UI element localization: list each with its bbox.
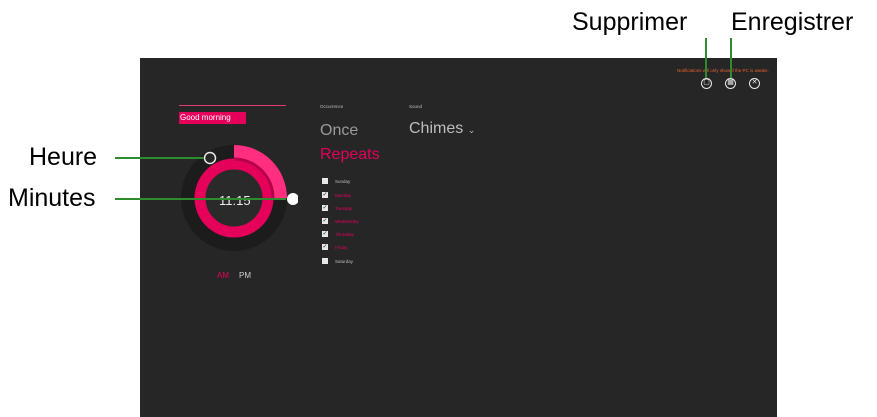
day-label: Monday [335, 193, 352, 198]
day-label: Tuesday [335, 206, 353, 211]
day-label: Thursday [335, 232, 354, 237]
name-underline [179, 105, 286, 106]
checkbox-tuesday[interactable]: ✓ [322, 205, 328, 211]
callout-minutes: Minutes [8, 184, 96, 212]
sound-dropdown[interactable]: Chimes ⌄ [409, 120, 475, 138]
chevron-down-icon: ⌄ [467, 125, 476, 135]
callout-save: Enregistrer [731, 8, 854, 36]
repeats-option[interactable]: Repeats [320, 146, 380, 164]
checkbox-monday[interactable]: ✓ [322, 192, 328, 198]
delete-button[interactable]: ▢ [701, 78, 712, 89]
checkbox-saturday[interactable] [322, 258, 328, 264]
day-label: Wednesday [335, 219, 359, 224]
pm-toggle[interactable]: PM [239, 271, 251, 280]
occurrence-label: Occurrence [320, 104, 344, 109]
callout-line-delete [705, 38, 707, 78]
sound-label: Sound [409, 104, 423, 109]
minute-handle[interactable] [287, 193, 298, 205]
callout-line-minutes [115, 198, 286, 200]
save-button[interactable]: ▦ [725, 78, 736, 89]
time-display: 11:15 [219, 193, 251, 208]
day-label: Saturday [335, 259, 354, 264]
sound-value: Chimes [409, 120, 464, 137]
close-button[interactable]: ✕ [749, 78, 760, 89]
checkbox-sunday[interactable] [322, 178, 328, 184]
hour-handle[interactable] [203, 151, 217, 165]
checkbox-friday[interactable]: ✓ [322, 244, 328, 250]
day-label: Friday [335, 245, 348, 250]
alarm-screen: Notifications will only show if the PC i… [140, 58, 777, 417]
callout-hour: Heure [29, 143, 98, 171]
checkbox-thursday[interactable]: ✓ [322, 231, 328, 237]
once-option[interactable]: Once [320, 122, 358, 140]
am-toggle[interactable]: AM [217, 271, 229, 280]
callout-line-hour [115, 157, 204, 159]
trash-icon: ▢ [703, 79, 710, 86]
day-label: Sunday [335, 179, 351, 184]
alarm-name-field[interactable]: Good morning [179, 112, 246, 124]
save-icon: ▦ [727, 79, 734, 86]
callout-line-save [730, 38, 732, 78]
checkbox-wednesday[interactable]: ✓ [322, 218, 328, 224]
close-icon: ✕ [751, 79, 758, 86]
callout-delete: Supprimer [572, 8, 688, 36]
awake-notice: Notifications will only show if the PC i… [677, 68, 769, 73]
